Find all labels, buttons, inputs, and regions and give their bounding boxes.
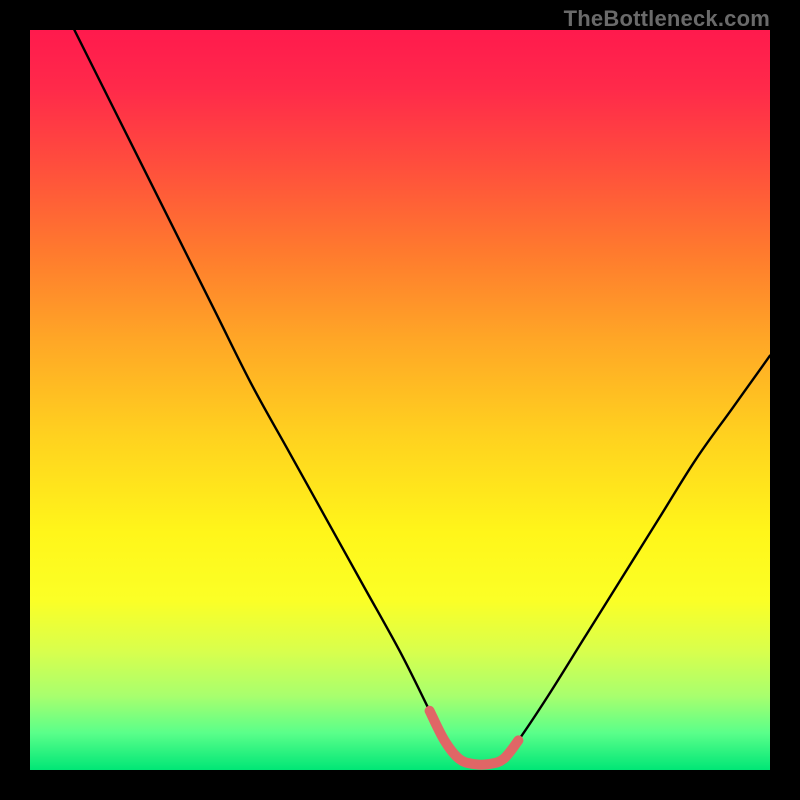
curve-svg (30, 30, 770, 770)
watermark-text: TheBottleneck.com (564, 6, 770, 32)
flat-bottom-highlight (430, 711, 519, 765)
bottleneck-curve (74, 30, 770, 765)
plot-area (30, 30, 770, 770)
chart-canvas: TheBottleneck.com (0, 0, 800, 800)
